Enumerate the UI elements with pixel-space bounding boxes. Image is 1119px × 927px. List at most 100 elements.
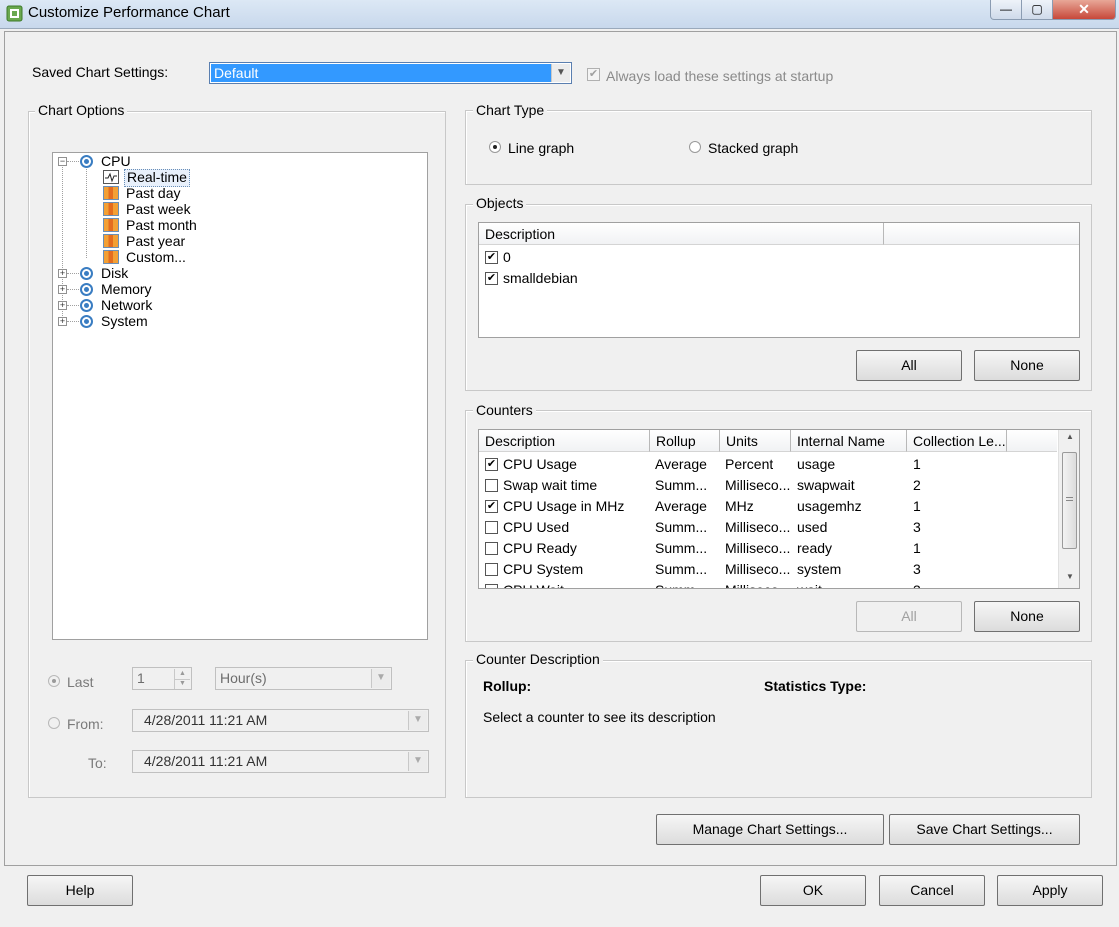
counter-cell-level[interactable]: 3 — [913, 517, 921, 538]
counter-cell-units[interactable]: Milliseco... — [725, 559, 790, 580]
counters-header-rollup[interactable]: Rollup — [650, 430, 720, 452]
object-row-label[interactable]: smalldebian — [503, 268, 578, 289]
counters-header-internal-name[interactable]: Internal Name — [791, 430, 907, 452]
counter-cell-level[interactable]: 1 — [913, 538, 921, 559]
tree-item-custom[interactable]: Custom... — [126, 249, 186, 265]
tree-item-cpu[interactable]: CPU — [101, 153, 131, 169]
counter-cell-internal[interactable]: system — [797, 559, 841, 580]
objects-table[interactable]: Description ✔ 0 ✔ smalldebian — [478, 222, 1080, 338]
counter-cell-units[interactable]: MHz — [725, 496, 754, 517]
counter-cell-rollup[interactable]: Summ... — [655, 580, 707, 588]
last-unit-select[interactable]: Hour(s) ▼ — [215, 667, 392, 690]
scroll-down-icon[interactable]: ▼ — [1059, 572, 1079, 586]
counters-header-description[interactable]: Description — [479, 430, 650, 452]
counters-table[interactable]: Description Rollup Units Internal Name C… — [478, 429, 1080, 589]
window-title: Customize Performance Chart — [28, 4, 230, 21]
counter-cell-desc[interactable]: CPU Ready — [503, 538, 577, 559]
save-chart-settings-button[interactable]: Save Chart Settings... — [889, 814, 1080, 845]
always-load-checkbox[interactable]: ✔ — [587, 68, 600, 81]
counter-row-checkbox[interactable] — [485, 521, 498, 534]
to-date-select[interactable]: 4/28/2011 11:21 AM ▼ — [132, 750, 429, 773]
counter-cell-units[interactable]: Percent — [725, 454, 773, 475]
last-radio[interactable] — [48, 675, 60, 687]
ok-button[interactable]: OK — [760, 875, 866, 906]
objects-none-button[interactable]: None — [974, 350, 1080, 381]
counter-cell-desc[interactable]: Swap wait time — [503, 475, 597, 496]
apply-button[interactable]: Apply — [997, 875, 1103, 906]
counter-cell-rollup[interactable]: Average — [655, 496, 707, 517]
counter-cell-desc[interactable]: CPU Wait — [503, 580, 564, 588]
counter-row-checkbox[interactable] — [485, 542, 498, 555]
counter-row-checkbox[interactable]: ✔ — [485, 458, 498, 471]
counter-cell-rollup[interactable]: Summ... — [655, 538, 707, 559]
cancel-button[interactable]: Cancel — [879, 875, 985, 906]
counter-cell-rollup[interactable]: Summ... — [655, 475, 707, 496]
tree-item-past-year[interactable]: Past year — [126, 233, 185, 249]
counter-row-checkbox[interactable] — [485, 563, 498, 576]
help-button[interactable]: Help — [27, 875, 133, 906]
tree-item-past-week[interactable]: Past week — [126, 201, 191, 217]
counters-scrollbar[interactable]: ▲ ▼ — [1058, 430, 1079, 588]
expand-icon[interactable]: + — [58, 269, 67, 278]
from-radio[interactable] — [48, 717, 60, 729]
line-graph-radio[interactable] — [489, 141, 501, 153]
counter-cell-level[interactable]: 1 — [913, 496, 921, 517]
counter-cell-desc[interactable]: CPU Used — [503, 517, 569, 538]
collapse-icon[interactable]: − — [58, 157, 67, 166]
minimize-button[interactable]: — — [990, 0, 1022, 20]
counter-cell-rollup[interactable]: Summ... — [655, 559, 707, 580]
counters-header-units[interactable]: Units — [720, 430, 791, 452]
counter-cell-desc[interactable]: CPU Usage in MHz — [503, 496, 624, 517]
counters-all-button[interactable]: All — [856, 601, 962, 632]
counter-row-checkbox[interactable]: ✔ — [485, 500, 498, 513]
counter-cell-internal[interactable]: ready — [797, 538, 832, 559]
counter-row-checkbox[interactable] — [485, 584, 498, 588]
object-row-checkbox[interactable]: ✔ — [485, 251, 498, 264]
tree-item-network[interactable]: Network — [101, 297, 152, 313]
spinner-down-icon[interactable]: ▼ — [174, 679, 190, 689]
counter-cell-rollup[interactable]: Summ... — [655, 517, 707, 538]
scroll-thumb[interactable] — [1062, 452, 1077, 549]
tree-item-system[interactable]: System — [101, 313, 148, 329]
expand-icon[interactable]: + — [58, 317, 67, 326]
object-row-label[interactable]: 0 — [503, 247, 511, 268]
maximize-button[interactable]: ▢ — [1021, 0, 1053, 20]
objects-all-button[interactable]: All — [856, 350, 962, 381]
close-icon: ✕ — [1078, 1, 1090, 17]
tree-item-past-day[interactable]: Past day — [126, 185, 180, 201]
manage-chart-settings-button[interactable]: Manage Chart Settings... — [656, 814, 884, 845]
counter-cell-internal[interactable]: swapwait — [797, 475, 855, 496]
counter-cell-units[interactable]: Milliseco... — [725, 538, 790, 559]
counter-row-checkbox[interactable] — [485, 479, 498, 492]
counter-cell-level[interactable]: 2 — [913, 475, 921, 496]
counter-cell-desc[interactable]: CPU Usage — [503, 454, 577, 475]
counter-cell-level[interactable]: 1 — [913, 454, 921, 475]
counter-cell-units[interactable]: Milliseco... — [725, 517, 790, 538]
counter-cell-internal[interactable]: usagemhz — [797, 496, 862, 517]
counter-cell-level[interactable]: 3 — [913, 559, 921, 580]
objects-header-description[interactable]: Description — [479, 223, 884, 245]
counter-cell-rollup[interactable]: Average — [655, 454, 707, 475]
counter-cell-desc[interactable]: CPU System — [503, 559, 583, 580]
counter-cell-units[interactable]: Milliseco... — [725, 475, 790, 496]
counter-cell-internal[interactable]: usage — [797, 454, 835, 475]
counter-cell-units[interactable]: Milliseco... — [725, 580, 790, 588]
counters-none-button[interactable]: None — [974, 601, 1080, 632]
expand-icon[interactable]: + — [58, 301, 67, 310]
counter-cell-internal[interactable]: wait — [797, 580, 822, 588]
counter-cell-internal[interactable]: used — [797, 517, 827, 538]
last-value-spinner[interactable]: 1 ▲ ▼ — [132, 667, 192, 690]
chart-options-tree[interactable]: − CPU Real-time Past day Past week Past … — [52, 152, 428, 640]
expand-icon[interactable]: + — [58, 285, 67, 294]
tree-item-memory[interactable]: Memory — [101, 281, 152, 297]
close-button[interactable]: ✕ — [1052, 0, 1116, 20]
scroll-up-icon[interactable]: ▲ — [1059, 432, 1079, 446]
tree-item-past-month[interactable]: Past month — [126, 217, 197, 233]
from-date-select[interactable]: 4/28/2011 11:21 AM ▼ — [132, 709, 429, 732]
stacked-graph-radio[interactable] — [689, 141, 701, 153]
object-row-checkbox[interactable]: ✔ — [485, 272, 498, 285]
counters-header-collection-level[interactable]: Collection Le... — [907, 430, 1007, 452]
tree-item-disk[interactable]: Disk — [101, 265, 128, 281]
saved-settings-select[interactable]: Default ▼ — [209, 62, 572, 84]
counter-cell-level[interactable]: 3 — [913, 580, 921, 588]
